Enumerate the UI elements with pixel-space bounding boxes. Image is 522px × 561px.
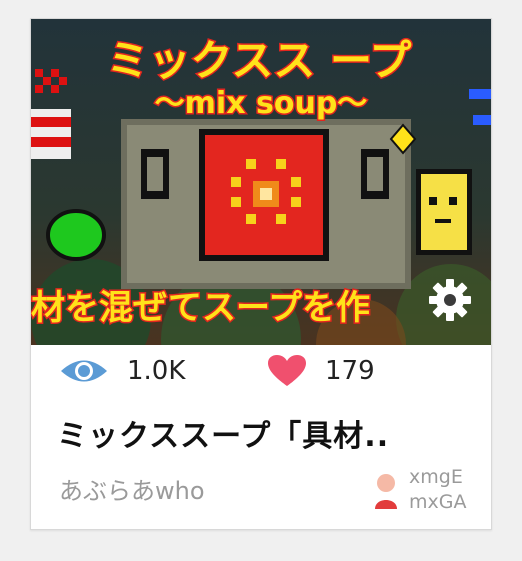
views-count: 1.0K [127,356,186,386]
thumbnail-banner: 材を混ぜてスープを作 [31,288,370,328]
stats-row: 1.0K 179 [31,345,491,397]
thumbnail-title: ミックスス ープ [107,36,412,85]
thumbnail-art: ミックスス ープ 〜mix soup〜 材を混ぜてスープを作 [31,19,491,345]
game-thumbnail[interactable]: ミックスス ープ 〜mix soup〜 材を混ぜてスープを作 [31,19,491,345]
eye-icon [61,360,107,382]
author-name[interactable]: あぶらあwho [59,471,205,506]
thumbnail-subtitle: 〜mix soup〜 [155,86,368,121]
user-handle-line1: xmgE [409,466,463,488]
user-badge[interactable]: xmgE mxGA [367,465,487,519]
views-stat: 1.0K [59,345,185,397]
user-icon [375,474,397,509]
likes-count: 179 [325,356,375,386]
game-card[interactable]: ミックスス ープ 〜mix soup〜 材を混ぜてスープを作 1.0K 179 … [30,18,492,530]
user-handle: xmgE mxGA [409,465,466,515]
settings-gear-icon[interactable] [427,277,473,323]
likes-stat: 179 [267,345,375,397]
game-title[interactable]: ミックススープ「具材.. [57,411,477,459]
user-handle-line2: mxGA [409,491,467,513]
heart-icon[interactable] [267,354,307,388]
